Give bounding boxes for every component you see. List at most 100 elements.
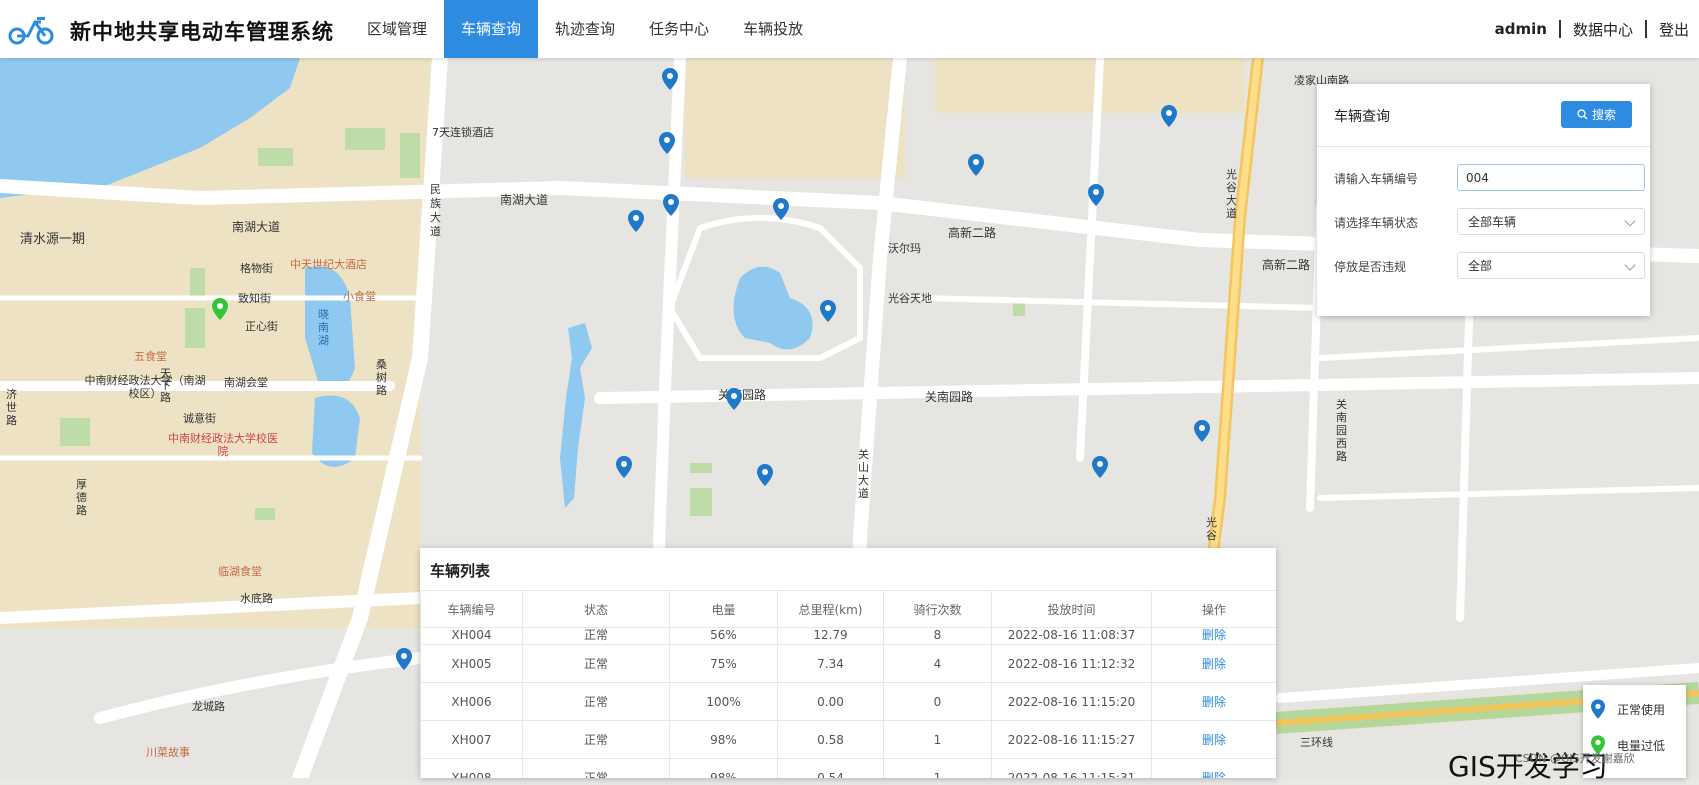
vehicle-no-row: 请输入车辆编号 004 (1334, 164, 1645, 192)
map-label: 川菜故事 (146, 746, 190, 759)
table-row[interactable]: XH007 正常 98% 0.58 1 2022-08-16 11:15:27 … (420, 720, 1276, 759)
cell-vehicle-id: XH006 (420, 682, 523, 721)
vehicle-pin-normal-icon[interactable] (820, 300, 836, 322)
cell-mileage: 0.58 (777, 720, 884, 759)
nav-task-center[interactable]: 任务中心 (632, 0, 726, 58)
status-label: 请选择车辆状态 (1334, 216, 1419, 230)
vehicle-pin-normal-icon[interactable] (628, 210, 644, 232)
map-label: 关南园西路 (1336, 398, 1347, 463)
delete-link[interactable]: 删除 (1202, 771, 1226, 778)
delete-link[interactable]: 删除 (1202, 657, 1226, 671)
status-select-value: 全部车辆 (1468, 215, 1517, 229)
vehicle-pin-low-battery-icon[interactable] (212, 298, 228, 320)
cell-rides: 4 (883, 644, 992, 683)
map-label: 中南财经政法大学（南湖校区） (84, 374, 206, 400)
cell-vehicle-id: XH008 (420, 758, 523, 778)
column-header[interactable]: 骑行次数 (883, 590, 992, 628)
table-row[interactable]: XH005 正常 75% 7.34 4 2022-08-16 11:12:32 … (420, 644, 1276, 683)
data-center-link[interactable]: 数据中心 (1573, 19, 1633, 40)
delete-link[interactable]: 删除 (1202, 695, 1226, 709)
map-label: 关南园路 (925, 390, 974, 404)
cell-battery: 100% (669, 682, 778, 721)
map-label: 高新二路 (1262, 258, 1311, 272)
cell-battery: 98% (669, 720, 778, 759)
cell-vehicle-id: XH004 (420, 627, 523, 645)
cell-deploy-time: 2022-08-16 11:08:37 (991, 627, 1152, 645)
logout-link[interactable]: 登出 (1659, 19, 1689, 40)
map-label: 小食堂 (343, 290, 376, 303)
map-label: 临湖食堂 (218, 565, 262, 578)
vehicle-pin-normal-icon[interactable] (1161, 105, 1177, 127)
map-label: 诚意街 (183, 412, 216, 425)
cell-rides: 1 (883, 758, 992, 778)
violation-row: 停放是否违规 全部 (1334, 252, 1645, 280)
column-header[interactable]: 投放时间 (991, 590, 1152, 628)
cell-mileage: 0.00 (777, 682, 884, 721)
vehicle-pin-normal-icon[interactable] (1088, 184, 1104, 206)
map-label: 五食堂 (134, 350, 167, 363)
watermark-subtext: CSDN @GIS开发谢嘉欣 (1515, 752, 1635, 765)
user-bar: admin 数据中心 登出 (1495, 0, 1689, 58)
nav-vehicle-query[interactable]: 车辆查询 (444, 0, 539, 58)
map-label: 光谷大道 (1226, 168, 1237, 220)
pin-normal-icon (1591, 699, 1605, 719)
column-header[interactable]: 总里程(km) (777, 590, 884, 628)
vehicle-pin-normal-icon[interactable] (773, 198, 789, 220)
cell-status: 正常 (522, 627, 670, 645)
app-title: 新中地共享电动车管理系统 (70, 20, 334, 44)
column-header[interactable]: 车辆编号 (420, 590, 523, 628)
vehicle-list-title: 车辆列表 (430, 562, 491, 580)
nav-vehicle-deploy[interactable]: 车辆投放 (726, 0, 820, 58)
vehicle-pin-normal-icon[interactable] (663, 194, 679, 216)
column-header[interactable]: 状态 (522, 590, 670, 628)
delete-link[interactable]: 删除 (1202, 629, 1226, 643)
table-row[interactable]: XH006 正常 100% 0.00 0 2022-08-16 11:15:20… (420, 682, 1276, 721)
cell-rides: 1 (883, 720, 992, 759)
violation-select[interactable]: 全部 (1457, 252, 1645, 279)
vehicle-pin-normal-icon[interactable] (396, 648, 412, 670)
vehicle-pin-normal-icon[interactable] (616, 456, 632, 478)
vehicle-no-input[interactable]: 004 (1457, 164, 1645, 191)
cell-vehicle-id: XH007 (420, 720, 523, 759)
vehicle-pin-normal-icon[interactable] (1194, 420, 1210, 442)
divider (1558, 20, 1561, 38)
map-label: 沃尔玛 (888, 242, 921, 255)
chevron-down-icon (1624, 259, 1636, 271)
cell-status: 正常 (522, 758, 670, 778)
search-icon (1577, 109, 1588, 120)
search-button-label: 搜索 (1591, 108, 1616, 122)
column-header[interactable]: 操作 (1151, 590, 1276, 628)
vehicle-list-panel: 车辆列表 车辆编号 状态 电量 总里程(km) 骑行次数 投放时间 操作 XH0… (420, 548, 1276, 778)
map-label: 桑树路 (376, 358, 387, 397)
cell-deploy-time: 2022-08-16 11:15:27 (991, 720, 1152, 759)
map-label: 晓南湖 (318, 308, 329, 347)
vehicle-pin-normal-icon[interactable] (662, 68, 678, 90)
vehicle-pin-normal-icon[interactable] (726, 388, 742, 410)
chevron-down-icon (1624, 215, 1636, 227)
vehicle-no-label: 请输入车辆编号 (1334, 172, 1419, 186)
table-row[interactable]: XH004 正常 56% 12.79 8 2022-08-16 11:08:37… (420, 627, 1276, 645)
map-label: 南湖会堂 (224, 376, 268, 389)
cell-deploy-time: 2022-08-16 11:15:20 (991, 682, 1152, 721)
cell-mileage: 12.79 (777, 627, 884, 645)
nav-area-management[interactable]: 区域管理 (350, 0, 444, 58)
username[interactable]: admin (1495, 20, 1547, 38)
search-button[interactable]: 搜索 (1561, 101, 1632, 128)
vehicle-pin-normal-icon[interactable] (1092, 456, 1108, 478)
cell-battery: 98% (669, 758, 778, 778)
status-select[interactable]: 全部车辆 (1457, 208, 1645, 235)
search-panel-title: 车辆查询 (1334, 109, 1390, 125)
vehicle-pin-normal-icon[interactable] (659, 132, 675, 154)
status-row: 请选择车辆状态 全部车辆 (1334, 208, 1645, 236)
cell-deploy-time: 2022-08-16 11:12:32 (991, 644, 1152, 683)
nav-track-query[interactable]: 轨迹查询 (538, 0, 632, 58)
map-label: 关山大道 (858, 448, 869, 500)
map-label: 光谷 (1206, 516, 1217, 542)
top-navbar: 新中地共享电动车管理系统 区域管理 车辆查询 轨迹查询 任务中心 车辆投放 ad… (0, 0, 1699, 58)
table-row[interactable]: XH008 正常 98% 0.54 1 2022-08-16 11:15:31 … (420, 758, 1276, 778)
delete-link[interactable]: 删除 (1202, 733, 1226, 747)
vehicle-pin-normal-icon[interactable] (968, 154, 984, 176)
divider (1644, 20, 1647, 38)
column-header[interactable]: 电量 (669, 590, 778, 628)
vehicle-pin-normal-icon[interactable] (757, 464, 773, 486)
